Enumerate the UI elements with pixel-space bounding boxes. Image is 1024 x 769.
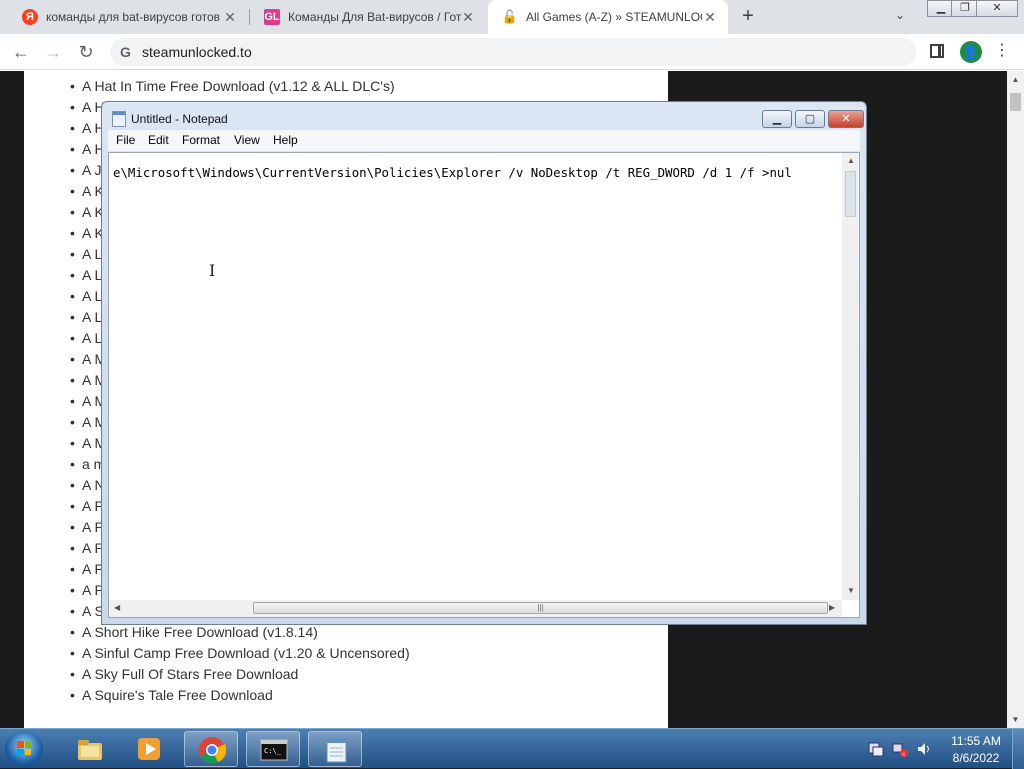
scroll-right-icon[interactable]: ▶ — [829, 603, 835, 612]
menu-view[interactable]: View — [234, 133, 260, 147]
tab-search-icon[interactable]: ⌄ — [895, 8, 905, 22]
scroll-thumb[interactable]: ||| — [253, 602, 828, 614]
scroll-up-icon[interactable]: ▲ — [1007, 71, 1024, 88]
editor-text: e\Microsoft\Windows\CurrentVersion\Polic… — [113, 165, 792, 180]
clock-time[interactable]: 11:55 AM — [946, 734, 1006, 748]
close-button[interactable]: ✕ — [828, 110, 864, 128]
minimize-button[interactable]: ▁ — [762, 110, 792, 128]
taskbar: C:\_ x 11:55 AM 8/6/2022 — [0, 728, 1024, 769]
menu-bar: File Edit Format View Help — [108, 130, 860, 151]
list-item[interactable]: A Sky Full Of Stars Free Download — [70, 666, 298, 682]
clock-date[interactable]: 8/6/2022 — [946, 751, 1006, 765]
tab-title: All Games (A-Z) » STEAMUNLOCK — [526, 10, 702, 24]
restore-button[interactable]: ❐ — [951, 0, 979, 17]
tab-yandex[interactable]: Я команды для bat-вирусов готов ✕ — [8, 0, 248, 34]
taskbar-cmd[interactable]: C:\_ — [246, 731, 300, 767]
tab-title: команды для bat-вирусов готов — [46, 10, 221, 24]
scroll-thumb[interactable] — [1010, 93, 1021, 111]
tab-gl[interactable]: GL Команды Для Bat-вирусов / Гот ✕ — [250, 0, 486, 34]
scroll-left-icon[interactable]: ◀ — [114, 603, 120, 612]
show-desktop-button[interactable] — [1012, 729, 1024, 769]
taskbar-explorer[interactable] — [63, 731, 117, 767]
list-item[interactable]: A J — [70, 162, 102, 178]
back-icon[interactable]: ← — [10, 41, 32, 63]
close-tab-icon[interactable]: ✕ — [702, 9, 718, 26]
taskbar-media-player[interactable] — [122, 731, 176, 767]
scroll-up-icon[interactable]: ▲ — [847, 156, 855, 165]
close-tab-icon[interactable]: ✕ — [460, 9, 476, 26]
list-item[interactable]: A Sinful Camp Free Download (v1.20 & Unc… — [70, 645, 410, 661]
list-item[interactable]: A L — [70, 246, 102, 262]
text-editor[interactable]: e\Microsoft\Windows\CurrentVersion\Polic… — [108, 152, 860, 618]
list-item[interactable]: A L — [70, 330, 102, 346]
close-tab-icon[interactable]: ✕ — [222, 9, 238, 26]
list-item[interactable]: A Squire's Tale Free Download — [70, 687, 273, 703]
menu-edit[interactable]: Edit — [148, 133, 169, 147]
tab-strip: Я команды для bat-вирусов готов ✕ GL Ком… — [0, 0, 1024, 34]
list-item[interactable]: A L — [70, 288, 102, 304]
svg-text:C:\_: C:\_ — [264, 747, 282, 755]
taskbar-notepad[interactable] — [308, 731, 362, 767]
start-button[interactable] — [5, 731, 43, 767]
google-icon: G — [120, 44, 131, 60]
gl-icon: GL — [264, 9, 280, 25]
address-text[interactable]: steamunlocked.to — [142, 44, 252, 60]
window-title: Untitled - Notepad — [131, 112, 228, 126]
scroll-down-icon[interactable]: ▼ — [847, 586, 855, 595]
vertical-scrollbar[interactable]: ▲ ▼ — [842, 153, 859, 600]
menu-file[interactable]: File — [116, 133, 135, 147]
chrome-icon — [198, 736, 227, 764]
tab-steamunlocked[interactable]: 🔓 All Games (A-Z) » STEAMUNLOCK ✕ — [488, 0, 728, 34]
scroll-thumb[interactable] — [845, 171, 856, 217]
menu-format[interactable]: Format — [182, 133, 220, 147]
list-item[interactable]: A Short Hike Free Download (v1.8.14) — [70, 624, 318, 640]
forward-icon[interactable]: → — [42, 41, 64, 63]
notepad-icon — [112, 111, 126, 127]
scroll-down-icon[interactable]: ▼ — [1007, 711, 1024, 728]
horizontal-scrollbar[interactable]: ◀ ||| ▶ — [109, 600, 842, 617]
network-warning-icon[interactable]: x — [892, 741, 908, 758]
text-cursor-icon: I — [209, 261, 216, 280]
list-item[interactable]: A L — [70, 267, 102, 283]
side-panel-icon[interactable] — [930, 44, 944, 58]
svg-text:x: x — [902, 752, 905, 757]
tab-title: Команды Для Bat-вирусов / Гот — [288, 10, 462, 24]
list-item[interactable]: A Hat In Time Free Download (v1.12 & ALL… — [70, 78, 395, 94]
cmd-icon: C:\_ — [260, 736, 288, 764]
steamunlocked-icon: 🔓 — [501, 9, 519, 25]
volume-icon[interactable] — [916, 741, 932, 757]
reload-icon[interactable]: ↻ — [75, 41, 97, 63]
page-scrollbar[interactable]: ▲ ▼ — [1007, 71, 1024, 728]
new-tab-button[interactable]: + — [737, 6, 759, 28]
notepad-window: Untitled - Notepad ▁ ▢ ✕ File Edit Forma… — [101, 101, 867, 625]
notepad-icon — [322, 736, 350, 764]
browser-toolbar: ← → ↻ G steamunlocked.to 👤 ⋮ — [0, 34, 1024, 70]
taskbar-chrome[interactable] — [184, 731, 238, 767]
menu-help[interactable]: Help — [273, 133, 298, 147]
windows-explorer-icon — [76, 735, 104, 763]
menu-icon[interactable]: ⋮ — [994, 40, 1010, 60]
close-button[interactable]: ✕ — [976, 0, 1018, 17]
media-player-icon — [135, 735, 163, 763]
yandex-icon: Я — [22, 9, 38, 25]
action-center-icon[interactable] — [868, 741, 884, 757]
maximize-button[interactable]: ▢ — [795, 110, 825, 128]
profile-avatar[interactable]: 👤 — [960, 41, 982, 63]
list-item[interactable]: A L — [70, 309, 102, 325]
windows-logo-icon — [17, 741, 31, 755]
address-bar[interactable]: G steamunlocked.to — [110, 38, 916, 66]
